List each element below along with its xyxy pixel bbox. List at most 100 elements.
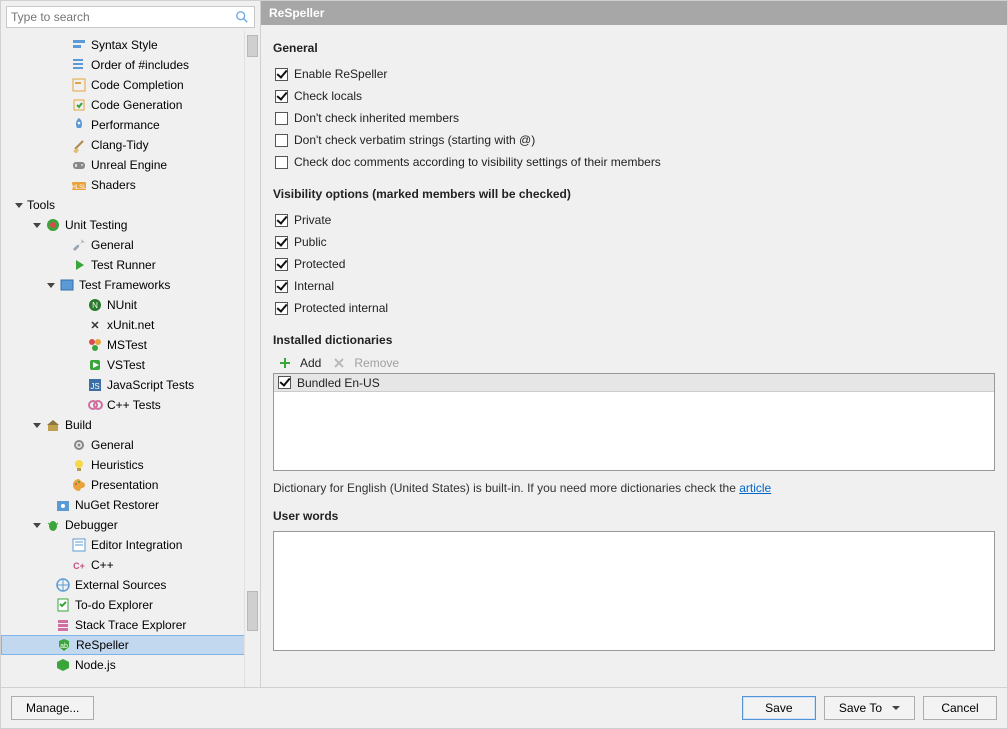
scrollbar-thumb[interactable] (247, 591, 258, 631)
js-icon: JS (87, 377, 103, 393)
checkbox[interactable] (275, 302, 288, 315)
option-label: Don't check verbatim strings (starting w… (294, 133, 535, 147)
bug-icon (45, 517, 61, 533)
tree-item-debugger[interactable]: Debugger (1, 515, 260, 535)
save-to-button[interactable]: Save To (824, 696, 915, 720)
tree-item-stack-trace-explorer[interactable]: Stack Trace Explorer (1, 615, 260, 635)
save-to-label: Save To (839, 701, 882, 715)
tree-item-respeller[interactable]: abReSpeller (1, 635, 260, 655)
search-icon (234, 9, 250, 25)
tree-item-test-runner[interactable]: Test Runner (1, 255, 260, 275)
tree-item-label: Syntax Style (91, 38, 158, 52)
add-dictionary-button[interactable]: Add (277, 355, 321, 371)
checkbox[interactable] (275, 90, 288, 103)
checkbox[interactable] (275, 134, 288, 147)
tree-item-external-sources[interactable]: External Sources (1, 575, 260, 595)
tree-item-tools[interactable]: Tools (1, 195, 260, 215)
tree-item-presentation[interactable]: Presentation (1, 475, 260, 495)
tree-item-code-completion[interactable]: Code Completion (1, 75, 260, 95)
search-input[interactable] (11, 10, 234, 24)
user-words-box[interactable] (273, 531, 995, 651)
dictionary-item[interactable]: Bundled En-US (274, 374, 994, 392)
checkbox[interactable] (275, 214, 288, 227)
remove-dictionary-button: Remove (331, 355, 399, 371)
tree-item-mstest[interactable]: MSTest (1, 335, 260, 355)
manage-button[interactable]: Manage... (11, 696, 94, 720)
option-row: Check locals (275, 85, 995, 107)
expander-icon[interactable] (31, 419, 43, 431)
option-row: Private (275, 209, 995, 231)
option-row: Protected (275, 253, 995, 275)
tree-item-test-frameworks[interactable]: Test Frameworks (1, 275, 260, 295)
plus-icon (277, 355, 293, 371)
svg-text:HLSL: HLSL (71, 185, 87, 191)
tree-item-clang-tidy[interactable]: Clang-Tidy (1, 135, 260, 155)
expander-icon (41, 499, 53, 511)
tree-item-order-of-includes[interactable]: Order of #includes (1, 55, 260, 75)
tree-item-label: NuGet Restorer (75, 498, 159, 512)
tree-item-label: xUnit.net (107, 318, 154, 332)
dictionaries-article-link[interactable]: article (739, 481, 771, 495)
tree-item-general[interactable]: General (1, 235, 260, 255)
save-button[interactable]: Save (742, 696, 816, 720)
tree-item-nuget-restorer[interactable]: NuGet Restorer (1, 495, 260, 515)
expander-icon[interactable] (13, 199, 25, 211)
settings-tree[interactable]: Syntax Style Order of #includesCode Compl… (1, 35, 260, 683)
tree-item-to-do-explorer[interactable]: To-do Explorer (1, 595, 260, 615)
checkbox[interactable] (275, 258, 288, 271)
expander-icon (73, 359, 85, 371)
checkbox[interactable] (275, 236, 288, 249)
expander-icon (73, 339, 85, 351)
tree-item-heuristics[interactable]: Heuristics (1, 455, 260, 475)
vertical-scrollbar[interactable] (244, 31, 260, 687)
tree-item-unit-testing[interactable]: Unit Testing (1, 215, 260, 235)
expander-icon (57, 539, 69, 551)
tree-item-c-[interactable]: C+C++ (1, 555, 260, 575)
option-row: Protected internal (275, 297, 995, 319)
expander-icon[interactable] (31, 519, 43, 531)
dictionary-item-label: Bundled En-US (297, 376, 380, 390)
tree-item-code-generation[interactable]: Code Generation (1, 95, 260, 115)
expander-icon (42, 639, 54, 651)
remove-icon (331, 355, 347, 371)
tree-item-xunit-net[interactable]: ✕xUnit.net (1, 315, 260, 335)
cpp-icon (87, 397, 103, 413)
expander-icon (57, 39, 69, 51)
option-label: Protected internal (294, 301, 388, 315)
tree-item-label: ReSpeller (76, 638, 129, 652)
tree-item-javascript-tests[interactable]: JS JavaScript Tests (1, 375, 260, 395)
expander-icon (73, 379, 85, 391)
expander-icon[interactable] (45, 279, 57, 291)
dictionaries-list[interactable]: Bundled En-US (273, 373, 995, 471)
dictionary-checkbox[interactable] (278, 376, 291, 389)
expander-icon (57, 179, 69, 191)
tree-item-vstest[interactable]: VSTest (1, 355, 260, 375)
search-box[interactable] (6, 6, 255, 28)
section-visibility-heading: Visibility options (marked members will … (273, 187, 995, 201)
option-label: Enable ReSpeller (294, 67, 387, 81)
tree-item-label: Test Frameworks (79, 278, 170, 292)
tree-item-shaders[interactable]: HLSLShaders (1, 175, 260, 195)
tree-item-label: Clang-Tidy (91, 138, 149, 152)
checkbox[interactable] (275, 156, 288, 169)
tree-item-syntax-style[interactable]: Syntax Style (1, 35, 260, 55)
checkbox[interactable] (275, 112, 288, 125)
checkbox[interactable] (275, 68, 288, 81)
tree-item-label: JavaScript Tests (107, 378, 194, 392)
checkbox[interactable] (275, 280, 288, 293)
tree-item-unreal-engine[interactable]: Unreal Engine (1, 155, 260, 175)
build-icon (45, 417, 61, 433)
tree-item-c-tests[interactable]: C++ Tests (1, 395, 260, 415)
tree-item-editor-integration[interactable]: Editor Integration (1, 535, 260, 555)
tree-item-build[interactable]: Build (1, 415, 260, 435)
cancel-button[interactable]: Cancel (923, 696, 997, 720)
gamepad-icon (71, 157, 87, 173)
option-row: Public (275, 231, 995, 253)
scrollbar-thumb-top[interactable] (247, 35, 258, 57)
tree-item-nunit[interactable]: NNUnit (1, 295, 260, 315)
tree-item-node-js[interactable]: Node.js (1, 655, 260, 675)
tree-item-performance[interactable]: Performance (1, 115, 260, 135)
tree-item-general[interactable]: General (1, 435, 260, 455)
expander-icon[interactable] (31, 219, 43, 231)
syntax-icon (71, 37, 87, 53)
